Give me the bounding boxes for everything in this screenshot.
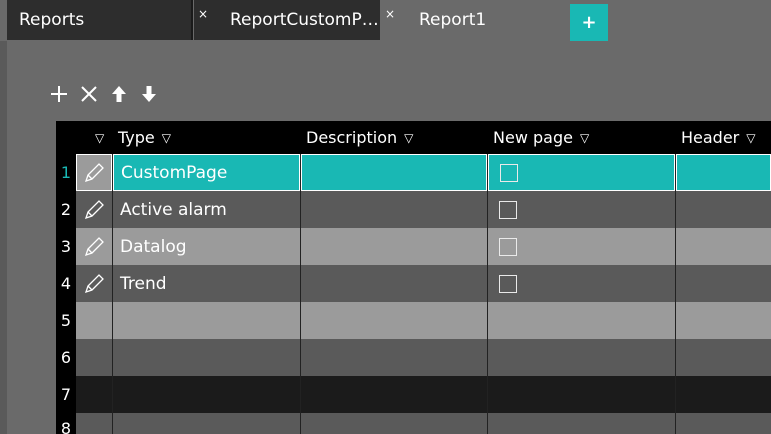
tab-label: ReportCustomP… [230, 10, 379, 30]
new-page-cell[interactable] [488, 265, 675, 302]
close-icon [81, 86, 97, 102]
type-cell[interactable] [113, 413, 300, 434]
pencil-icon[interactable] [77, 155, 111, 190]
row-number: 3 [56, 228, 76, 265]
description-cell[interactable] [301, 191, 487, 228]
pencil-icon[interactable] [76, 191, 112, 228]
type-cell[interactable]: Datalog [113, 228, 300, 265]
tab-label: Reports [19, 10, 85, 30]
plus-icon [51, 86, 67, 102]
new-page-cell[interactable] [488, 154, 675, 191]
add-row-button[interactable] [49, 83, 69, 105]
new-page-checkbox[interactable] [500, 163, 518, 182]
column-header-label: Description [306, 128, 398, 147]
close-icon[interactable]: × [198, 8, 208, 20]
column-header-new-page[interactable]: New page ▽ [493, 121, 589, 154]
row-number: 2 [56, 191, 76, 228]
filter-icon[interactable]: ▽ [580, 131, 589, 145]
new-page-checkbox[interactable] [499, 200, 517, 219]
column-header-label: New page [493, 128, 573, 147]
tab-bar: Reports × ReportCustomP… × Report1 + [0, 0, 771, 41]
move-down-button[interactable] [139, 83, 159, 105]
filter-icon[interactable]: ▽ [95, 131, 104, 145]
edit-cell[interactable] [76, 265, 112, 302]
new-page-checkbox[interactable] [499, 237, 517, 256]
table-row[interactable]: 2 Active alarm [56, 191, 771, 228]
type-cell[interactable]: CustomPage [113, 154, 300, 191]
report-items-grid: ▽ Type ▽ Description ▽ New page ▽ Header… [56, 121, 771, 434]
table-row[interactable]: 6 [56, 339, 771, 376]
table-row[interactable]: 1 CustomPage [56, 154, 771, 191]
edit-cell[interactable] [76, 154, 112, 191]
filter-icon[interactable]: ▽ [404, 131, 413, 145]
delete-row-button[interactable] [79, 83, 99, 105]
tab-report-custom-page[interactable]: × ReportCustomP… [194, 0, 380, 40]
table-row[interactable]: 3 Datalog [56, 228, 771, 265]
description-cell[interactable] [301, 265, 487, 302]
filter-icon[interactable]: ▽ [162, 131, 171, 145]
table-row[interactable]: 7 [56, 376, 771, 413]
row-number: 7 [56, 376, 76, 413]
type-cell[interactable] [113, 302, 300, 339]
column-header-type[interactable]: Type ▽ [118, 121, 171, 154]
tab-label: Report1 [419, 10, 487, 30]
table-row[interactable]: 4 Trend [56, 265, 771, 302]
grid-header: ▽ Type ▽ Description ▽ New page ▽ Header… [56, 121, 771, 154]
pencil-icon[interactable] [76, 265, 112, 302]
column-divider [112, 154, 113, 434]
arrow-down-icon [142, 86, 156, 102]
new-page-cell[interactable] [488, 191, 675, 228]
tab-report1[interactable]: × Report1 [381, 0, 570, 40]
new-page-cell[interactable] [488, 228, 675, 265]
column-header-header[interactable]: Header ▽ [681, 121, 756, 154]
row-number: 6 [56, 339, 76, 376]
column-divider [487, 154, 488, 434]
row-number: 5 [56, 302, 76, 339]
description-cell[interactable] [301, 228, 487, 265]
tab-reports[interactable]: Reports [7, 0, 193, 40]
row-number: 8 [56, 413, 76, 434]
edit-cell[interactable] [76, 191, 112, 228]
row-number: 1 [56, 154, 76, 191]
move-up-button[interactable] [109, 83, 129, 105]
column-header-edit[interactable]: ▽ [88, 121, 104, 154]
description-cell[interactable] [301, 154, 487, 191]
new-page-checkbox[interactable] [499, 274, 517, 293]
pencil-icon[interactable] [76, 228, 112, 265]
row-number: 4 [56, 265, 76, 302]
arrow-up-icon [112, 86, 126, 102]
column-divider [675, 154, 676, 434]
close-icon[interactable]: × [385, 8, 395, 20]
column-header-label: Type [118, 128, 155, 147]
table-row[interactable]: 5 [56, 302, 771, 339]
edit-cell[interactable] [76, 228, 112, 265]
type-cell[interactable]: Trend [113, 265, 300, 302]
column-header-label: Header [681, 128, 740, 147]
column-header-description[interactable]: Description ▽ [306, 121, 413, 154]
column-divider [300, 154, 301, 434]
add-tab-button[interactable]: + [570, 4, 608, 41]
type-cell[interactable] [113, 339, 300, 376]
filter-icon[interactable]: ▽ [746, 131, 755, 145]
header-cell[interactable] [676, 154, 771, 191]
type-cell[interactable]: Active alarm [113, 191, 300, 228]
table-row[interactable]: 8 [56, 413, 771, 434]
type-cell[interactable] [113, 376, 300, 413]
